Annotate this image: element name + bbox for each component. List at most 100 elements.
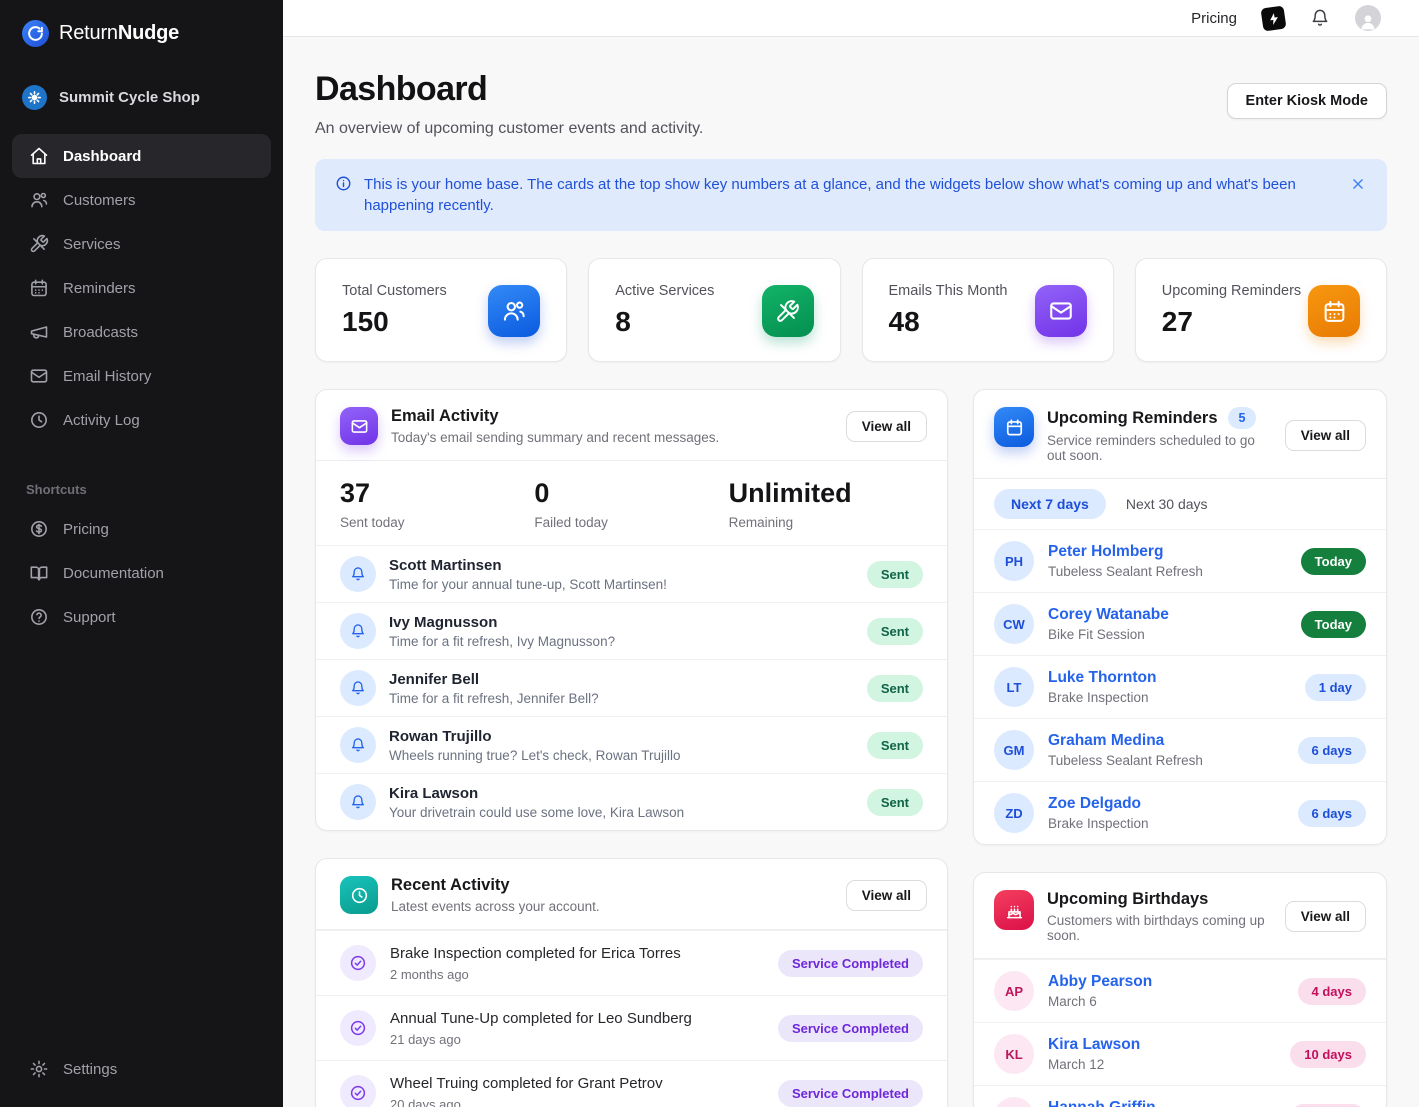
email-list-item[interactable]: Jennifer BellTime for a fit refresh, Jen… <box>316 659 947 716</box>
sidebar-item-support[interactable]: Support <box>12 595 271 639</box>
birthday-list-item[interactable]: HG Hannah GriffinMarch 20 18 days <box>974 1085 1386 1107</box>
activity-list: Brake Inspection completed for Erica Tor… <box>316 930 947 1107</box>
workspace-switcher[interactable]: Summit Cycle Shop <box>0 85 283 110</box>
activity-list-item[interactable]: Brake Inspection completed for Erica Tor… <box>316 930 947 995</box>
tab-next-7-days[interactable]: Next 7 days <box>994 489 1106 519</box>
activity-list-item[interactable]: Wheel Truing completed for Grant Petrov2… <box>316 1060 947 1107</box>
returnnudge-logo-icon <box>22 20 49 47</box>
calendar-icon <box>1308 285 1360 337</box>
app-root: ReturnNudge Summit Cycle Shop Dashboard … <box>0 0 1419 1107</box>
activity-time: 21 days ago <box>390 1032 692 1047</box>
brand[interactable]: ReturnNudge <box>0 0 283 47</box>
due-badge: Today <box>1301 611 1366 638</box>
enter-kiosk-mode-button[interactable]: Enter Kiosk Mode <box>1227 83 1387 119</box>
megaphone-icon <box>29 322 49 342</box>
activity-list-item[interactable]: Annual Tune-Up completed for Leo Sundber… <box>316 995 947 1060</box>
bolt-logo-icon[interactable] <box>1261 5 1287 31</box>
clock-icon <box>340 876 378 914</box>
home-icon <box>29 146 49 166</box>
avatar: PH <box>994 541 1034 581</box>
sidebar-item-label: Activity Log <box>63 412 140 429</box>
sidebar-item-email-history[interactable]: Email History <box>12 354 271 398</box>
reminder-list-item[interactable]: CW Corey WatanabeBike Fit Session Today <box>974 592 1386 655</box>
avatar: GM <box>994 730 1034 770</box>
email-list-item[interactable]: Scott MartinsenTime for your annual tune… <box>316 545 947 602</box>
activity-text: Annual Tune-Up completed for Leo Sundber… <box>390 1010 692 1027</box>
page-header: Dashboard An overview of upcoming custom… <box>315 70 1387 138</box>
sidebar-item-settings[interactable]: Settings <box>12 1047 271 1091</box>
activity-time: 20 days ago <box>390 1097 663 1107</box>
bell-icon <box>340 613 376 649</box>
recipient-name: Kira Lawson <box>389 785 684 802</box>
left-column: Email Activity Today's email sending sum… <box>315 389 948 1107</box>
main-area: Pricing Dashboard An overview of upcomin… <box>283 0 1419 1107</box>
customer-name-link[interactable]: Peter Holmberg <box>1048 543 1203 561</box>
birthday-list-item[interactable]: AP Abby PearsonMarch 6 4 days <box>974 959 1386 1022</box>
sidebar-item-reminders[interactable]: Reminders <box>12 266 271 310</box>
sidebar-item-dashboard[interactable]: Dashboard <box>12 134 271 178</box>
reminder-list-item[interactable]: PH Peter HolmbergTubeless Sealant Refres… <box>974 529 1386 592</box>
view-all-button[interactable]: View all <box>846 411 927 442</box>
workspace-gear-icon <box>22 85 47 110</box>
dashboard-page: Dashboard An overview of upcoming custom… <box>283 37 1419 1107</box>
sidebar-shortcuts: Pricing Documentation Support <box>0 507 283 639</box>
birthday-date: March 12 <box>1048 1057 1140 1072</box>
failed-today-value: 0 <box>534 478 728 509</box>
sidebar-item-label: Documentation <box>63 565 164 582</box>
email-activity-widget: Email Activity Today's email sending sum… <box>315 389 948 831</box>
notifications-bell-icon[interactable] <box>1310 8 1330 28</box>
tab-next-30-days[interactable]: Next 30 days <box>1126 489 1208 519</box>
page-title: Dashboard <box>315 70 703 109</box>
sidebar-item-label: Customers <box>63 192 136 209</box>
recipient-name: Scott Martinsen <box>389 557 667 574</box>
stat-emails-this-month: Emails This Month 48 <box>862 258 1114 362</box>
birthday-list-item[interactable]: KL Kira LawsonMarch 12 10 days <box>974 1022 1386 1085</box>
sidebar-item-label: Reminders <box>63 280 136 297</box>
remaining-label: Remaining <box>729 515 923 530</box>
reminder-list-item[interactable]: GM Graham MedinaTubeless Sealant Refresh… <box>974 718 1386 781</box>
customer-name-link[interactable]: Corey Watanabe <box>1048 606 1169 624</box>
sidebar-item-broadcasts[interactable]: Broadcasts <box>12 310 271 354</box>
envelope-icon <box>340 407 378 445</box>
status-badge: Sent <box>867 618 923 645</box>
sidebar-item-label: Services <box>63 236 121 253</box>
sidebar-item-label: Broadcasts <box>63 324 138 341</box>
sidebar-item-activity-log[interactable]: Activity Log <box>12 398 271 442</box>
customer-name-link[interactable]: Zoe Delgado <box>1048 795 1149 813</box>
sent-today-label: Sent today <box>340 515 534 530</box>
email-list-item[interactable]: Kira Lawson Your drivetrain could use som… <box>316 773 947 830</box>
email-list-item[interactable]: Rowan TrujilloWheels running true? Let's… <box>316 716 947 773</box>
email-subject: Your drivetrain could use some love, Kir… <box>389 805 684 820</box>
email-list-item[interactable]: Ivy MagnussonTime for a fit refresh, Ivy… <box>316 602 947 659</box>
status-badge: Sent <box>867 732 923 759</box>
shortcuts-heading: Shortcuts <box>0 482 283 497</box>
users-icon <box>29 190 49 210</box>
customer-name-link[interactable]: Hannah Griffin <box>1048 1099 1156 1107</box>
help-circle-icon <box>29 607 49 627</box>
upcoming-birthdays-header: Upcoming Birthdays Customers with birthd… <box>974 873 1386 959</box>
sidebar-item-customers[interactable]: Customers <box>12 178 271 222</box>
widget-subtitle: Service reminders scheduled to go out so… <box>1047 433 1272 463</box>
bell-icon <box>340 727 376 763</box>
calendar-icon <box>994 407 1034 447</box>
customer-name-link[interactable]: Graham Medina <box>1048 732 1203 750</box>
sidebar-item-label: Dashboard <box>63 148 141 165</box>
birthday-list: AP Abby PearsonMarch 6 4 days KL Kira La… <box>974 959 1386 1107</box>
sidebar-item-label: Pricing <box>63 521 109 538</box>
view-all-button[interactable]: View all <box>1285 901 1366 932</box>
user-avatar[interactable] <box>1355 5 1381 31</box>
reminder-list-item[interactable]: ZD Zoe DelgadoBrake Inspection 6 days <box>974 781 1386 844</box>
days-badge: 4 days <box>1298 978 1366 1005</box>
customer-name-link[interactable]: Abby Pearson <box>1048 973 1152 991</box>
close-icon[interactable] <box>1349 174 1367 199</box>
due-badge: Today <box>1301 548 1366 575</box>
reminder-list-item[interactable]: LT Luke ThorntonBrake Inspection 1 day <box>974 655 1386 718</box>
customer-name-link[interactable]: Luke Thornton <box>1048 669 1157 687</box>
view-all-button[interactable]: View all <box>1285 420 1366 451</box>
topbar-pricing-link[interactable]: Pricing <box>1191 10 1237 27</box>
sidebar-item-pricing[interactable]: Pricing <box>12 507 271 551</box>
sidebar-item-services[interactable]: Services <box>12 222 271 266</box>
customer-name-link[interactable]: Kira Lawson <box>1048 1036 1140 1054</box>
sidebar-item-documentation[interactable]: Documentation <box>12 551 271 595</box>
view-all-button[interactable]: View all <box>846 880 927 911</box>
